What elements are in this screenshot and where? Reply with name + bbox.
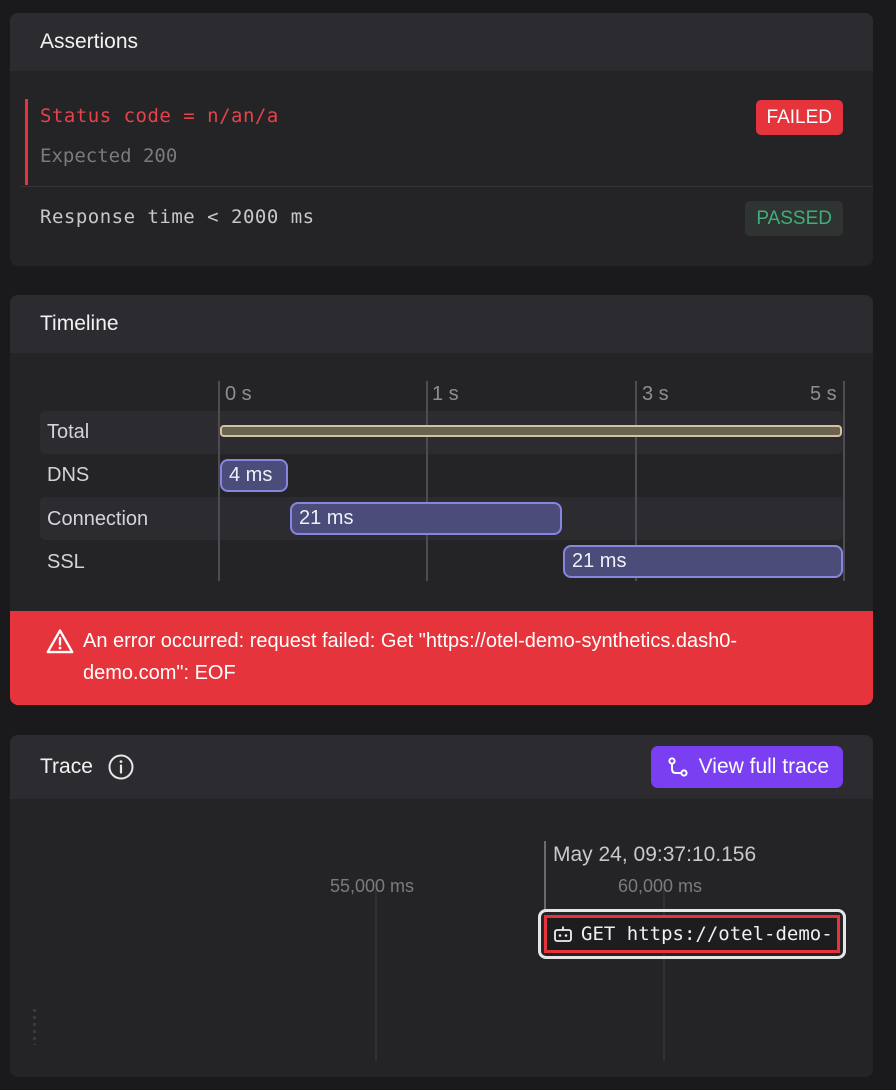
view-full-trace-label: View full trace bbox=[698, 755, 829, 778]
assertion-response-time: Response time < 2000 ms PASSED bbox=[10, 201, 873, 241]
trace-tick-label: 60,000 ms bbox=[618, 876, 703, 896]
view-full-trace-button[interactable]: View full trace bbox=[650, 746, 843, 788]
failed-indicator-bar bbox=[25, 99, 28, 185]
timeline-header: Timeline bbox=[10, 295, 873, 353]
tick-line bbox=[843, 381, 845, 581]
trace-span-label: GET https://otel-demo- bbox=[581, 923, 833, 945]
tick-label: 5 s bbox=[810, 383, 837, 405]
trace-panel: Trace View full trace 55,000 ms 60,000 m… bbox=[10, 735, 873, 1077]
tick-label: 3 s bbox=[642, 383, 669, 405]
timeline-title: Timeline bbox=[40, 312, 119, 335]
row-label: SSL bbox=[47, 551, 85, 573]
timeline-chart: 0 s 1 s 3 s 5 s Total DNS Connection SSL… bbox=[10, 353, 873, 610]
robot-icon bbox=[554, 926, 572, 942]
trace-cursor-time: May 24, 09:37:10.156 bbox=[553, 843, 757, 866]
trace-title-group: Trace bbox=[40, 753, 135, 781]
warning-icon bbox=[46, 629, 74, 654]
trace-gridline bbox=[663, 881, 665, 1061]
tick-label: 0 s bbox=[225, 383, 252, 405]
row-label: Total bbox=[47, 421, 90, 443]
assertion-divider bbox=[20, 186, 873, 187]
trace-gridline bbox=[375, 881, 377, 1061]
assertions-title: Assertions bbox=[40, 30, 139, 53]
trace-span-inner: GET https://otel-demo- bbox=[544, 915, 840, 953]
tick-label: 1 s bbox=[432, 383, 459, 405]
assertions-panel: Assertions Status code = n/an/a Expected… bbox=[10, 13, 873, 266]
assertions-header: Assertions bbox=[10, 13, 873, 71]
timeline-panel: Timeline 0 s 1 s 3 s 5 s Total DNS Conne… bbox=[10, 295, 873, 705]
tick-line bbox=[426, 381, 428, 581]
timeline-bar-connection: 21 ms bbox=[290, 502, 562, 535]
assertion-expected: Expected 200 bbox=[40, 145, 178, 167]
trace-tick-label: 55,000 ms bbox=[330, 876, 415, 896]
trace-title: Trace bbox=[40, 755, 93, 778]
error-banner: An error occurred: request failed: Get "… bbox=[10, 611, 873, 705]
trace-cursor-line bbox=[544, 841, 546, 911]
row-label: DNS bbox=[47, 464, 90, 486]
status-badge-failed: FAILED bbox=[755, 100, 843, 135]
row-label: Connection bbox=[47, 508, 149, 530]
assertion-label: Response time < 2000 ms bbox=[40, 206, 315, 228]
trace-span[interactable]: GET https://otel-demo- bbox=[538, 909, 846, 959]
timeline-bar-ssl: 21 ms bbox=[563, 545, 843, 578]
assertion-status-code: Status code = n/an/a Expected 200 FAILED bbox=[10, 99, 873, 185]
info-icon[interactable] bbox=[107, 753, 135, 781]
status-badge-passed: PASSED bbox=[745, 201, 843, 236]
timeline-bar-total bbox=[220, 425, 842, 437]
error-message: An error occurred: request failed: Get "… bbox=[83, 630, 738, 684]
scroll-handle[interactable] bbox=[33, 1009, 36, 1045]
trace-icon bbox=[668, 757, 688, 777]
trace-chart[interactable]: 55,000 ms 60,000 ms May 24, 09:37:10.156… bbox=[10, 799, 873, 1077]
trace-header: Trace View full trace bbox=[10, 735, 873, 799]
timeline-bar-dns: 4 ms bbox=[220, 459, 288, 492]
assertion-label: Status code = n/an/a bbox=[40, 105, 279, 127]
timeline-row-dns bbox=[40, 454, 843, 497]
